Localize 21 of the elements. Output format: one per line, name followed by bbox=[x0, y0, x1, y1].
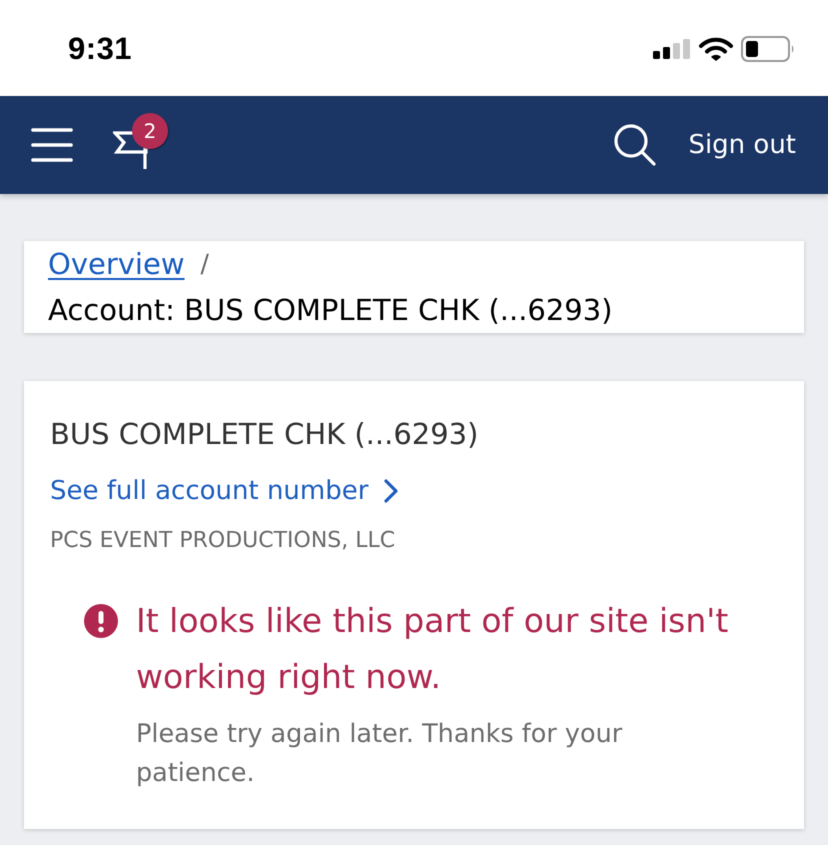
breadcrumb-separator: / bbox=[200, 248, 209, 280]
menu-button[interactable] bbox=[31, 127, 73, 163]
error-hint: Please try again later. Thanks for your patience. bbox=[136, 718, 624, 790]
menu-icon bbox=[31, 127, 73, 163]
account-name: BUS COMPLETE CHK (...6293) bbox=[50, 416, 480, 453]
wifi-icon bbox=[699, 37, 733, 61]
overview-link[interactable]: Overview bbox=[48, 241, 185, 287]
see-full-account-number-link[interactable]: See full account number bbox=[50, 472, 398, 510]
account-owner: PCS EVENT PRODUCTIONS, LLC bbox=[50, 527, 396, 555]
breadcrumb-current: Account: BUS COMPLETE CHK (...6293) bbox=[48, 292, 614, 329]
battery-icon bbox=[741, 36, 795, 62]
sign-out-button[interactable]: Sign out bbox=[688, 130, 796, 160]
clock-time: 9:31 bbox=[68, 31, 132, 67]
notification-badge: 2 bbox=[132, 113, 168, 149]
alert-icon bbox=[84, 604, 118, 638]
error-message: It looks like this part of our site isn't working right now. bbox=[136, 600, 730, 698]
notifications-button[interactable]: 2 bbox=[113, 112, 169, 170]
chevron-right-icon bbox=[384, 479, 398, 503]
signal-icon bbox=[653, 39, 691, 59]
search-icon bbox=[614, 124, 656, 166]
search-button[interactable] bbox=[614, 124, 656, 166]
